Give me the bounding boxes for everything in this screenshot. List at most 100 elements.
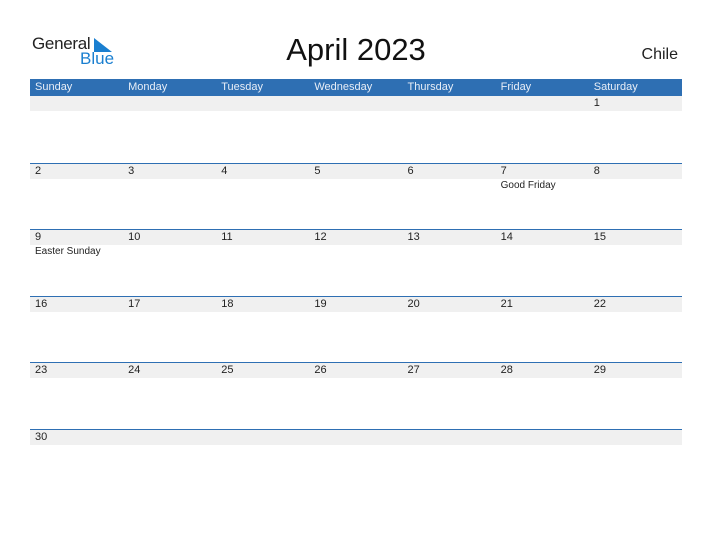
day-number — [594, 430, 682, 445]
day-number: 9 — [35, 231, 42, 244]
day-number: 23 — [35, 364, 48, 377]
day-cell: 1 — [589, 96, 682, 111]
day-cell — [309, 96, 402, 111]
weekday-friday: Friday — [500, 81, 532, 93]
day-cell: 25 — [216, 363, 309, 378]
week-row: 1 — [30, 96, 682, 163]
day-cell: 28 — [496, 363, 589, 378]
country-label: Chile — [641, 46, 678, 63]
day-cell: 8 — [589, 164, 682, 193]
week-row: 16 17 18 19 20 21 22 — [30, 295, 682, 363]
day-number: 15 — [593, 231, 606, 244]
day-cell: 29 — [589, 363, 682, 378]
day-cell: 19 — [309, 297, 402, 312]
day-cell — [123, 430, 216, 445]
day-number: 3 — [128, 164, 135, 177]
day-number: 8 — [593, 164, 600, 177]
day-number: 16 — [35, 297, 48, 310]
day-cell: 14 — [496, 230, 589, 259]
day-cell — [403, 430, 496, 445]
week-row: 9 Easter Sunday 10 11 12 13 14 15 — [30, 229, 682, 296]
weekday-sunday: Sunday — [35, 81, 73, 93]
weekday-monday: Monday — [128, 81, 168, 93]
day-number: 26 — [314, 364, 327, 377]
day-cell: 4 — [216, 164, 309, 193]
day-cell — [403, 96, 496, 111]
day-cell: 12 — [309, 230, 402, 259]
day-cell: 27 — [403, 363, 496, 378]
day-cell: 6 — [403, 164, 496, 193]
day-cell — [496, 96, 589, 111]
week-row: 2 3 4 5 6 7 Good Friday 8 — [30, 162, 682, 230]
day-cell: 26 — [309, 363, 402, 378]
day-number — [128, 96, 216, 111]
holiday-label: Easter Sunday — [35, 246, 101, 258]
day-number — [128, 430, 216, 445]
day-number — [501, 430, 589, 445]
day-cell: 15 — [589, 230, 682, 259]
day-number: 2 — [35, 164, 42, 177]
day-cell: 21 — [496, 297, 589, 312]
day-number — [314, 430, 402, 445]
day-cell: 17 — [123, 297, 216, 312]
day-number: 30 — [35, 430, 48, 443]
day-number — [221, 96, 309, 111]
day-number — [314, 96, 402, 111]
day-cell — [589, 430, 682, 445]
day-number: 19 — [314, 297, 327, 310]
day-cell — [123, 96, 216, 111]
day-cell: 30 — [30, 430, 123, 445]
page-title: April 2023 — [286, 32, 426, 67]
day-cell — [30, 96, 123, 111]
day-number — [501, 96, 589, 111]
day-number — [35, 96, 123, 111]
day-cell — [216, 430, 309, 445]
day-number: 22 — [593, 297, 606, 310]
day-cell: 16 — [30, 297, 123, 312]
day-cell: 10 — [123, 230, 216, 259]
day-number: 1 — [593, 97, 600, 109]
day-number — [408, 430, 496, 445]
day-number: 17 — [128, 297, 141, 310]
day-cell: 3 — [123, 164, 216, 193]
calendar-grid: Sunday Monday Tuesday Wednesday Thursday… — [30, 79, 682, 496]
day-number: 25 — [221, 364, 234, 377]
weekday-thursday: Thursday — [407, 81, 454, 93]
day-number: 14 — [500, 231, 513, 244]
weekday-saturday: Saturday — [593, 81, 638, 93]
day-number: 10 — [128, 231, 141, 244]
week-row: 30 — [30, 428, 682, 496]
day-number: 13 — [407, 231, 420, 244]
day-cell: 7 Good Friday — [496, 164, 589, 193]
holiday-label: Good Friday — [500, 179, 556, 191]
day-number: 29 — [593, 364, 606, 377]
day-cell: 5 — [309, 164, 402, 193]
day-number: 28 — [500, 364, 513, 377]
day-number: 5 — [314, 164, 321, 177]
day-number — [408, 96, 496, 111]
day-number: 6 — [407, 164, 414, 177]
day-number: 27 — [407, 364, 420, 377]
day-number: 24 — [128, 364, 141, 377]
day-cell: 13 — [403, 230, 496, 259]
day-number: 18 — [221, 297, 234, 310]
day-number: 11 — [221, 231, 233, 244]
day-number: 4 — [221, 164, 228, 177]
day-number: 12 — [314, 231, 327, 244]
week-row: 23 24 25 26 27 28 29 — [30, 362, 682, 429]
day-cell — [216, 96, 309, 111]
day-number: 21 — [500, 297, 513, 310]
day-cell: 2 — [30, 164, 123, 193]
weekday-header: Sunday Monday Tuesday Wednesday Thursday… — [30, 79, 682, 96]
day-number: 7 — [500, 164, 507, 177]
day-cell: 20 — [403, 297, 496, 312]
day-number — [221, 430, 309, 445]
day-cell: 22 — [589, 297, 682, 312]
weekday-tuesday: Tuesday — [221, 81, 264, 93]
weekday-wednesday: Wednesday — [314, 81, 373, 93]
day-cell: 18 — [216, 297, 309, 312]
day-cell: 11 — [216, 230, 309, 259]
day-number: 20 — [407, 297, 420, 310]
day-cell: 24 — [123, 363, 216, 378]
day-cell — [309, 430, 402, 445]
